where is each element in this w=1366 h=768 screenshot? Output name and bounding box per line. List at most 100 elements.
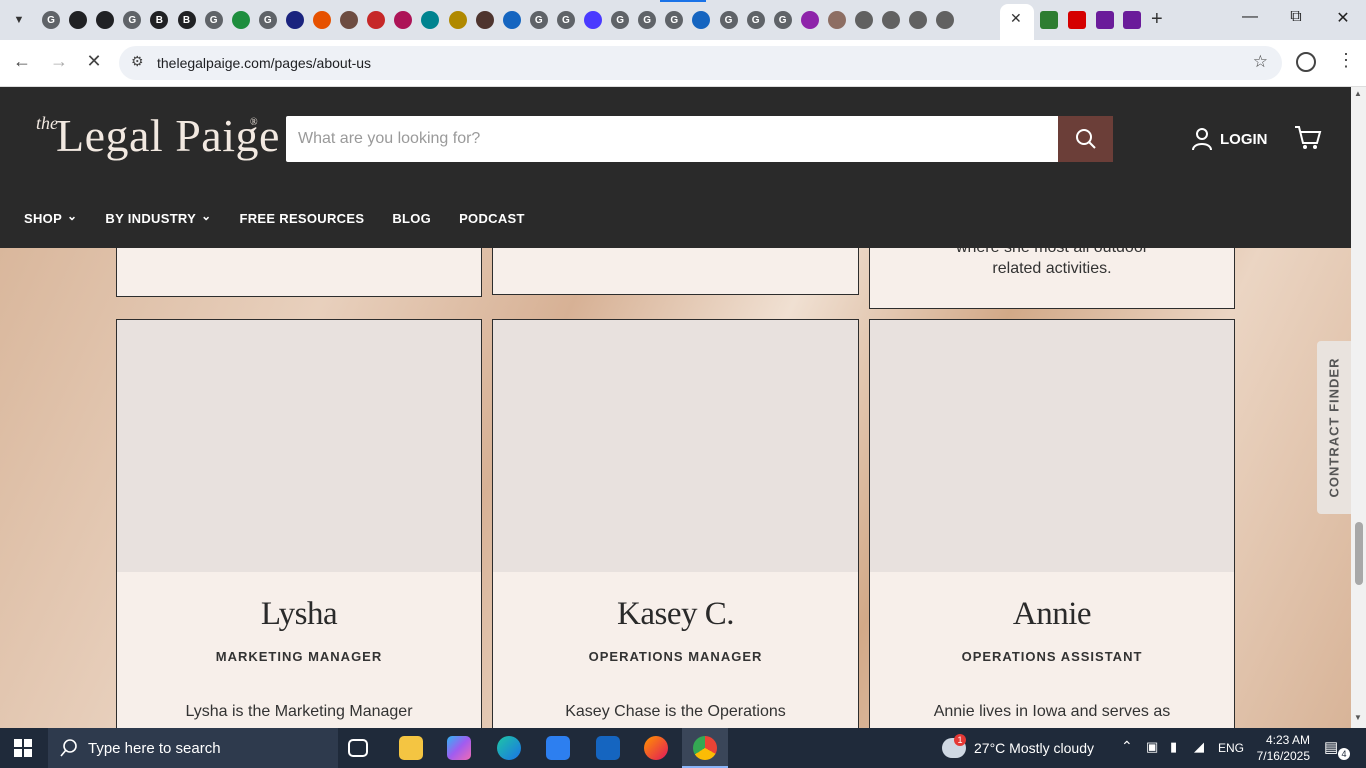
notification-icon[interactable]: ▤ — [1324, 738, 1338, 756]
tab-favicon-icon[interactable] — [313, 11, 331, 29]
windows-taskbar: Type here to search 1 27°C Mostly cloudy… — [0, 728, 1366, 768]
contract-finder-tab[interactable]: CONTRACT FINDER — [1317, 341, 1351, 514]
tab-favicon-icon[interactable] — [96, 11, 115, 29]
page-scrollbar[interactable]: ▲ ▼ — [1351, 87, 1366, 728]
tab-favicon-icon[interactable] — [827, 11, 846, 29]
tab-favicon-icon[interactable] — [475, 11, 494, 29]
tab-favicon-icon[interactable]: B — [150, 11, 169, 29]
tab-favicon-icon[interactable] — [855, 11, 873, 29]
scroll-down-icon[interactable]: ▼ — [1354, 713, 1362, 722]
tab-favicon-icon[interactable] — [231, 11, 250, 29]
tab-favicon-icon[interactable]: G — [611, 11, 630, 29]
tab-search-icon[interactable]: ▼ — [8, 9, 30, 31]
site-info-icon[interactable]: ⚙ — [131, 53, 144, 70]
tab-favicon-icon[interactable]: G — [773, 11, 792, 29]
tray-chevron-icon[interactable]: ⌃ — [1121, 738, 1133, 755]
window-close-icon[interactable]: ✕ — [1331, 8, 1355, 28]
task-view-icon[interactable] — [348, 739, 368, 757]
scroll-up-icon[interactable]: ▲ — [1354, 89, 1362, 98]
tab-favicon-icon[interactable] — [502, 11, 521, 29]
network-icon[interactable]: ◢ — [1194, 739, 1204, 755]
tab-favicon-icon[interactable]: G — [123, 11, 142, 29]
tab-favicon-icon[interactable] — [394, 11, 413, 29]
tab-favicon-icon[interactable] — [340, 11, 359, 29]
team-card: Kasey C. OPERATIONS MANAGER Kasey Chase … — [492, 319, 859, 728]
outlook-icon[interactable] — [596, 736, 620, 760]
language-indicator[interactable]: ENG — [1218, 741, 1244, 755]
weather-text[interactable]: 27°C Mostly cloudy — [974, 740, 1094, 756]
tab-favicon-icon[interactable]: G — [42, 11, 60, 29]
tab-favicon-icon[interactable]: G — [556, 11, 575, 29]
tab-favicon-icon[interactable]: G — [719, 11, 738, 29]
scroll-thumb[interactable] — [1355, 522, 1363, 585]
store-icon[interactable] — [546, 736, 570, 760]
copilot-icon[interactable] — [447, 736, 471, 760]
firefox-icon[interactable] — [644, 736, 668, 760]
login-link[interactable]: LOGIN — [1192, 127, 1268, 151]
team-photo — [493, 320, 858, 572]
tab-favicon-icon[interactable] — [800, 11, 819, 29]
url-text[interactable]: thelegalpaige.com/pages/about-us — [157, 55, 371, 71]
nav-item-free-resources[interactable]: FREE RESOURCES — [239, 211, 364, 226]
windows-start-icon[interactable] — [14, 739, 32, 757]
nav-item-by-industry[interactable]: BY INDUSTRY ⌄ — [105, 209, 211, 227]
team-member-name: Kasey C. — [617, 596, 734, 632]
team-photo — [870, 320, 1234, 572]
close-tab-icon[interactable]: ✕ — [1010, 10, 1022, 27]
team-member-bio: Annie lives in Iowa and serves as — [933, 703, 1171, 720]
tab-favicon-icon[interactable] — [367, 11, 386, 29]
tab-favicon-icon[interactable]: B — [177, 11, 196, 29]
minimize-icon[interactable]: — — [1238, 8, 1262, 26]
tab-favicon-icon[interactable] — [1068, 11, 1086, 29]
nav-item-label: PODCAST — [459, 211, 525, 226]
new-tab-button[interactable]: + — [1151, 8, 1163, 31]
meet-now-icon[interactable]: ▣ — [1146, 739, 1158, 755]
tab-loading-indicator — [660, 0, 706, 2]
tab-favicon-icon[interactable] — [285, 11, 304, 29]
tab-favicon-icon[interactable]: G — [529, 11, 548, 29]
file-explorer-icon[interactable] — [399, 736, 423, 760]
team-member-role: OPERATIONS ASSISTANT — [961, 649, 1143, 664]
search-input[interactable] — [286, 116, 1058, 162]
tab-favicon-icon[interactable] — [448, 11, 467, 29]
forward-icon[interactable]: → — [47, 51, 71, 72]
restore-icon[interactable]: ⧉ — [1284, 8, 1308, 26]
tab-favicon-icon[interactable]: G — [746, 11, 765, 29]
battery-icon[interactable]: ▮ — [1170, 739, 1177, 755]
user-icon — [1192, 128, 1212, 151]
bookmark-star-icon[interactable]: ☆ — [1253, 52, 1268, 72]
login-label: LOGIN — [1220, 130, 1268, 148]
tab-favicon-icon[interactable] — [1123, 11, 1141, 29]
tab-favicon-icon[interactable] — [584, 11, 602, 29]
tab-favicon-icon[interactable] — [909, 11, 928, 29]
nav-item-shop[interactable]: SHOP ⌄ — [24, 209, 77, 227]
search-button[interactable] — [1058, 116, 1113, 162]
stop-loading-icon[interactable]: ✕ — [82, 51, 106, 72]
system-clock[interactable]: 4:23 AM 7/16/2025 — [1250, 732, 1310, 764]
cart-button[interactable] — [1294, 125, 1322, 156]
back-icon[interactable]: ← — [10, 51, 34, 72]
tab-favicon-icon[interactable] — [936, 11, 955, 29]
profile-icon[interactable] — [1296, 52, 1316, 72]
tab-favicon-icon[interactable] — [692, 11, 711, 29]
nav-item-blog[interactable]: BLOG — [392, 211, 431, 226]
edge-icon[interactable] — [497, 736, 521, 760]
tab-favicon-icon[interactable]: G — [204, 11, 223, 29]
search-icon — [60, 739, 77, 757]
notification-count: 4 — [1338, 748, 1350, 760]
tab-favicon-icon[interactable] — [69, 11, 88, 29]
browser-menu-icon[interactable]: ⋮ — [1337, 50, 1355, 71]
taskbar-search[interactable]: Type here to search — [48, 728, 338, 768]
tab-favicon-icon[interactable]: G — [638, 11, 657, 29]
address-bar[interactable]: ⚙ thelegalpaige.com/pages/about-us ☆ — [119, 46, 1282, 80]
nav-item-podcast[interactable]: PODCAST — [459, 211, 525, 226]
search-icon — [1075, 129, 1096, 149]
tab-favicon-icon[interactable] — [421, 11, 440, 29]
tab-favicon-icon[interactable]: G — [665, 11, 684, 29]
tab-favicon-icon[interactable] — [882, 11, 901, 29]
tab-favicon-icon[interactable] — [1040, 11, 1058, 29]
tab-favicon-icon[interactable] — [1096, 11, 1114, 29]
team-member-name: Annie — [1012, 596, 1092, 632]
nav-item-label: BLOG — [392, 211, 432, 226]
tab-favicon-icon[interactable]: G — [258, 11, 277, 29]
